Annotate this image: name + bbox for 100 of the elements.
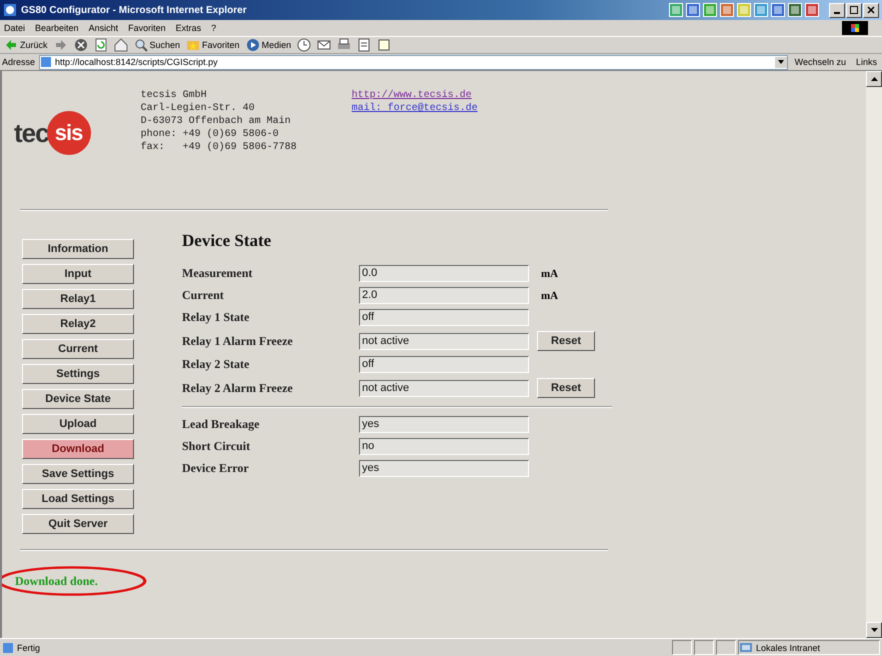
address-line: Carl-Legien-Str. 40 [140, 102, 256, 115]
links-button[interactable]: Links [852, 57, 880, 67]
print-button[interactable] [337, 38, 352, 52]
browser-icon [3, 3, 17, 17]
stop-icon [74, 38, 88, 52]
field-label: Relay 2 Alarm Freeze [182, 380, 294, 396]
minimize-button[interactable] [829, 2, 845, 18]
home-icon [114, 38, 128, 52]
reset-button[interactable]: Reset [537, 331, 595, 351]
envelope-icon [317, 38, 332, 52]
nav-button[interactable]: Information [22, 239, 134, 259]
go-button[interactable]: Wechseln zu [792, 57, 849, 67]
nav-button[interactable]: Load Settings [22, 489, 134, 509]
field-label: Current [182, 288, 225, 303]
menu-item[interactable]: Bearbeiten [35, 23, 79, 33]
nav-button[interactable]: Device State [22, 389, 134, 409]
menu-item[interactable]: ? [211, 23, 216, 33]
close-button[interactable] [863, 2, 879, 18]
status-pane [672, 640, 692, 655]
app-icon[interactable] [686, 3, 700, 17]
media-button[interactable]: Medien [246, 38, 292, 52]
windows-logo-icon [842, 21, 868, 35]
nav-button[interactable]: Download [22, 439, 134, 459]
unit-label: mA [541, 268, 558, 280]
field-label: Relay 1 State [182, 310, 250, 325]
status-text: Fertig [17, 642, 40, 652]
value-field[interactable]: yes [359, 460, 529, 477]
value-field[interactable]: 2.0 [359, 287, 529, 304]
value-field[interactable]: no [359, 438, 529, 455]
address-line: fax: +49 (0)69 5806-7788 [140, 141, 297, 154]
search-button[interactable]: Suchen [134, 38, 180, 52]
home-button[interactable] [114, 38, 128, 52]
app-icon[interactable] [703, 3, 717, 17]
nav-button[interactable]: Save Settings [22, 464, 134, 484]
window-title: GS80 Configurator - Microsoft Internet Explorer [21, 4, 247, 16]
link[interactable]: http://www.tecsis.de [352, 89, 478, 102]
nav-button[interactable]: Relay1 [22, 289, 134, 309]
nav-button[interactable]: Relay2 [22, 314, 134, 334]
field-label: Relay 1 Alarm Freeze [182, 334, 294, 348]
status-pane [694, 640, 714, 655]
close-icon [867, 6, 875, 14]
app-icon[interactable] [788, 3, 802, 17]
maximize-icon [850, 6, 858, 14]
link[interactable]: mail: force@tecsis.de [352, 102, 478, 115]
menu-item[interactable]: Ansicht [88, 23, 118, 33]
back-arrow-icon [4, 38, 18, 52]
field-label: Short Circuit [182, 439, 252, 454]
edit-button[interactable] [357, 38, 372, 52]
monitor-icon [739, 642, 753, 654]
search-icon [134, 38, 148, 52]
reset-button[interactable]: Reset [537, 378, 595, 398]
value-field[interactable]: off [359, 356, 529, 373]
address-line: tecsis GmbH [140, 89, 208, 102]
app-icon[interactable] [720, 3, 734, 17]
zone-text: Lokales Intranet [756, 642, 820, 652]
back-button[interactable]: Zurück [4, 38, 48, 52]
address-line: phone: +49 (0)69 5806-0 [140, 128, 280, 141]
app-icon[interactable] [771, 3, 785, 17]
forward-arrow-icon [54, 38, 68, 52]
app-icon[interactable] [754, 3, 768, 17]
address-field[interactable]: http://localhost:8142/scripts/CGIScript.py [39, 54, 788, 70]
logo: tec sis [14, 111, 91, 155]
app-icon[interactable] [805, 3, 819, 17]
field-label: Device Error [182, 461, 250, 476]
field-label: Lead Breakage [182, 417, 260, 432]
history-button[interactable] [297, 38, 312, 52]
scrollbar[interactable] [866, 71, 882, 638]
scroll-down-button[interactable] [866, 622, 882, 638]
maximize-button[interactable] [846, 2, 862, 18]
nav-button[interactable]: Current [22, 339, 134, 359]
refresh-button[interactable] [94, 38, 108, 52]
address-label: Adresse [2, 57, 36, 67]
media-icon [246, 38, 260, 52]
favorites-button[interactable]: Favoriten [186, 38, 240, 52]
field-label: Measurement [182, 266, 254, 281]
status-pane [716, 640, 736, 655]
app-icon[interactable] [669, 3, 683, 17]
nav-button[interactable]: Quit Server [22, 514, 134, 534]
stop-button[interactable] [74, 38, 88, 52]
up-arrow-icon [870, 77, 878, 81]
nav-button[interactable]: Settings [22, 364, 134, 384]
menu-item[interactable]: Datei [4, 23, 26, 33]
status-message: Download done. [15, 574, 98, 588]
value-field[interactable]: yes [359, 416, 529, 433]
value-field[interactable]: not active [359, 380, 529, 396]
nav-button[interactable]: Input [22, 264, 134, 284]
value-field[interactable]: 0.0 [359, 265, 529, 282]
mail-button[interactable] [317, 38, 332, 52]
address-line: D-63073 Offenbach am Main [140, 115, 292, 128]
menu-item[interactable]: Extras [176, 23, 202, 33]
nav-button[interactable]: Upload [22, 414, 134, 434]
menu-item[interactable]: Favoriten [128, 23, 166, 33]
caret-icon [778, 60, 784, 64]
field-label: Relay 2 State [182, 357, 250, 372]
unit-label: mA [541, 290, 558, 302]
page-heading: Device State [182, 231, 272, 251]
value-field[interactable]: not active [359, 332, 529, 350]
value-field[interactable]: off [359, 309, 529, 326]
dropdown-button[interactable] [774, 56, 787, 68]
scroll-up-button[interactable] [866, 71, 882, 87]
